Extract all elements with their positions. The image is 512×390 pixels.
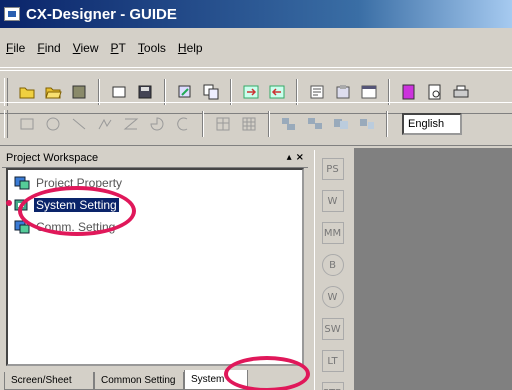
tree-item-comm-setting[interactable]: Comm. Setting (14, 218, 117, 236)
sw-button[interactable]: SW (321, 318, 344, 340)
new-screen-icon[interactable] (108, 81, 130, 103)
pin-icon[interactable]: ▴ (287, 152, 292, 163)
menu-file[interactable]: File (0, 41, 31, 55)
menu-tools[interactable]: Tools (132, 41, 172, 55)
b-button[interactable]: B (321, 254, 344, 276)
print-preview-icon[interactable] (424, 81, 446, 103)
title-bar: CX-Designer - GUIDE (0, 0, 512, 28)
project-tree[interactable]: Project Property System Setting Comm. Se… (6, 168, 304, 366)
window-icon[interactable] (358, 81, 380, 103)
window-title: CX-Designer - GUIDE (26, 5, 177, 23)
sector-icon[interactable] (146, 113, 168, 135)
project-icon[interactable] (68, 81, 90, 103)
open-folder-icon[interactable] (42, 81, 64, 103)
toolbar-separator (202, 111, 204, 137)
workspace-title: Project Workspace (6, 151, 99, 164)
group-icon[interactable] (330, 113, 352, 135)
tree-item-label: System Setting (34, 198, 119, 212)
system-setting-icon (14, 199, 28, 211)
align-right-icon[interactable] (304, 113, 326, 135)
new-folder-icon[interactable] (16, 81, 38, 103)
app-icon (4, 7, 20, 21)
save-icon[interactable] (134, 81, 156, 103)
w-button[interactable]: W (321, 190, 344, 212)
line-icon[interactable] (68, 113, 90, 135)
circle-icon[interactable] (42, 113, 64, 135)
align-left-icon[interactable] (278, 113, 300, 135)
polyline-icon[interactable] (94, 113, 116, 135)
ps-button[interactable]: PS (321, 158, 344, 180)
drawing-toolbar: English (0, 102, 512, 146)
comm-setting-icon (14, 220, 30, 234)
grid-icon[interactable] (238, 113, 260, 135)
tree-item-label: Comm. Setting (36, 220, 116, 234)
rectangle-icon[interactable] (16, 113, 38, 135)
paste-icon[interactable] (332, 81, 354, 103)
menu-bar: File Find View PT Tools Help (0, 28, 512, 68)
ungroup-icon[interactable] (356, 113, 378, 135)
tab-screen-sheet[interactable]: Screen/Sheet (4, 372, 94, 390)
cut-icon[interactable] (306, 81, 328, 103)
str-button[interactable]: STR (321, 382, 344, 390)
project-property-icon (14, 176, 30, 190)
annotation-dot (6, 200, 12, 206)
print-icon[interactable] (450, 81, 472, 103)
menu-view[interactable]: View (67, 41, 105, 55)
tree-item-label: Project Property (36, 176, 123, 190)
tab-common-setting[interactable]: Common Setting (94, 372, 184, 390)
polygon-icon[interactable] (120, 113, 142, 135)
menu-pt[interactable]: PT (105, 41, 132, 55)
tree-item-project-property[interactable]: Project Property (14, 174, 124, 192)
object-toolbar: PS W MM B W SW LT STR (314, 150, 350, 390)
menu-find[interactable]: Find (31, 41, 66, 55)
mm-button[interactable]: MM (321, 222, 344, 244)
tab-system[interactable]: System (184, 370, 248, 390)
workspace-tabs: Screen/Sheet Common Setting System (4, 370, 248, 390)
workspace-controls: ▴ × (287, 152, 304, 163)
arc-icon[interactable] (172, 113, 194, 135)
tree-item-system-setting[interactable]: System Setting (14, 196, 119, 214)
editor-area[interactable] (354, 148, 512, 390)
project-workspace: Project Workspace ▴ × Project Property S… (2, 148, 308, 388)
edit-icon[interactable] (174, 81, 196, 103)
toolbar-grip[interactable] (4, 110, 8, 138)
language-select[interactable]: English (402, 113, 462, 135)
w-round-button[interactable]: W (321, 286, 344, 308)
toolbar-separator (386, 111, 388, 137)
table-icon[interactable] (212, 113, 234, 135)
menu-help[interactable]: Help (172, 41, 209, 55)
workspace-header: Project Workspace ▴ × (2, 148, 308, 168)
lt-button[interactable]: LT (321, 350, 344, 372)
close-icon[interactable]: × (296, 152, 304, 163)
transfer-to-icon[interactable] (240, 81, 262, 103)
book-icon[interactable] (398, 81, 420, 103)
toolbar-separator (268, 111, 270, 137)
transfer-from-icon[interactable] (266, 81, 288, 103)
copy-icon[interactable] (200, 81, 222, 103)
